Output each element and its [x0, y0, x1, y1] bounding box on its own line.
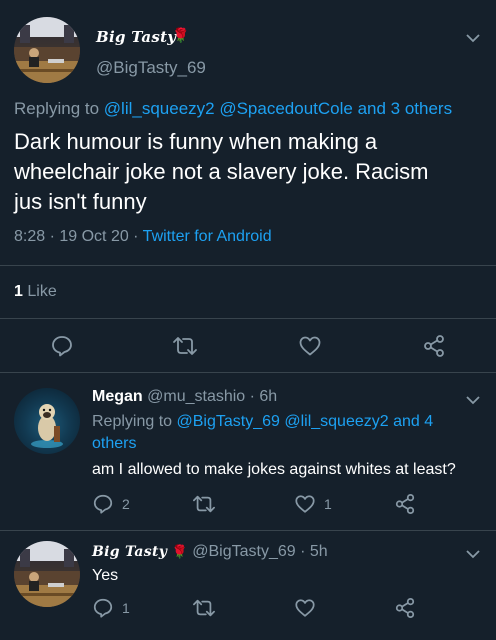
verified-emoji: 🌹: [172, 27, 190, 43]
reply-icon: [52, 336, 72, 357]
reply-icon: [93, 598, 113, 618]
handle[interactable]: @BigTasty_69: [96, 58, 206, 78]
share-button[interactable]: [394, 597, 416, 619]
tweet-text-line: wheelchair joke not a slavery joke. Raci…: [14, 159, 429, 184]
replying-to-label: Replying to: [92, 413, 173, 430]
verified-emoji: 🌹: [171, 544, 188, 559]
avatar[interactable]: [14, 541, 80, 607]
replying-to-label: Replying to: [14, 99, 100, 118]
divider: [0, 265, 496, 266]
chevron-down-icon[interactable]: [466, 392, 480, 410]
reply-button[interactable]: 1: [92, 597, 130, 619]
reply-header: Megan @mu_stashio · 6h: [92, 388, 277, 406]
chevron-down-icon[interactable]: [466, 546, 480, 564]
replying-to-users[interactable]: @BigTasty_69 @lil_squeezy2 and 4: [177, 413, 434, 430]
chevron-down-icon[interactable]: [466, 30, 480, 48]
like-icon: [295, 495, 315, 513]
retweet-button[interactable]: [192, 597, 216, 619]
retweet-icon: [193, 599, 215, 617]
display-name[interactable]: Big Tasty: [96, 28, 176, 46]
like-count: 1: [324, 496, 332, 512]
reply-count: 2: [122, 496, 130, 512]
tweet-timestamp: 8:28 · 19 Oct 20 ·: [14, 228, 139, 245]
handle-time[interactable]: @BigTasty_69 · 5h: [192, 543, 327, 560]
reply-button[interactable]: 2: [92, 493, 130, 515]
share-button[interactable]: [394, 493, 416, 515]
like-icon: [295, 599, 315, 617]
retweet-icon: [193, 495, 215, 513]
replying-to-users[interactable]: @lil_squeezy2 @SpacedoutCole and 3 other…: [104, 99, 452, 118]
tweet-text-line: Dark humour is funny when making a: [14, 129, 378, 154]
avatar-image: [31, 404, 63, 448]
divider: [0, 318, 496, 319]
share-button[interactable]: [422, 334, 446, 358]
replying-to-users[interactable]: others: [92, 435, 136, 452]
display-name[interactable]: Megan: [92, 388, 143, 405]
replying-to: Replying to @lil_squeezy2 @SpacedoutCole…: [14, 99, 452, 119]
tweet-text-line: jus isn't funny: [14, 189, 147, 214]
like-button[interactable]: [294, 597, 316, 619]
reply-header: Big Tasty 🌹 @BigTasty_69 · 5h: [92, 543, 328, 561]
like-icon: [299, 336, 321, 356]
share-icon: [395, 493, 415, 515]
reply-button[interactable]: [50, 334, 74, 358]
avatar-image: [14, 17, 80, 83]
tweet-source[interactable]: Twitter for Android: [143, 228, 272, 245]
display-name[interactable]: Big Tasty: [92, 544, 167, 560]
avatar[interactable]: [14, 17, 80, 83]
avatar[interactable]: [14, 388, 80, 454]
handle-time[interactable]: @mu_stashio · 6h: [147, 388, 277, 405]
retweet-button[interactable]: [172, 334, 198, 358]
reply-text: Yes: [92, 567, 119, 584]
reply-icon: [93, 494, 113, 514]
reply-text: am I allowed to make jokes against white…: [92, 461, 456, 478]
likes-label: Like: [27, 283, 57, 300]
replying-to: Replying to @BigTasty_69 @lil_squeezy2 a…: [92, 411, 482, 455]
share-icon: [395, 597, 415, 619]
retweet-button[interactable]: [192, 493, 216, 515]
share-icon: [424, 335, 444, 357]
tweet-text: Dark humour is funny when making a wheel…: [14, 127, 490, 217]
likes-count: 1: [14, 283, 23, 300]
tweet-meta: 8:28 · 19 Oct 20 · Twitter for Android: [14, 228, 272, 246]
reply-count: 1: [122, 600, 130, 616]
like-button[interactable]: 1: [294, 493, 332, 515]
retweet-icon: [173, 337, 197, 355]
like-button[interactable]: [298, 334, 322, 358]
avatar-image: [14, 541, 80, 607]
likes-stat[interactable]: 1 Like: [14, 283, 57, 301]
divider: [0, 372, 496, 373]
divider: [0, 530, 496, 531]
